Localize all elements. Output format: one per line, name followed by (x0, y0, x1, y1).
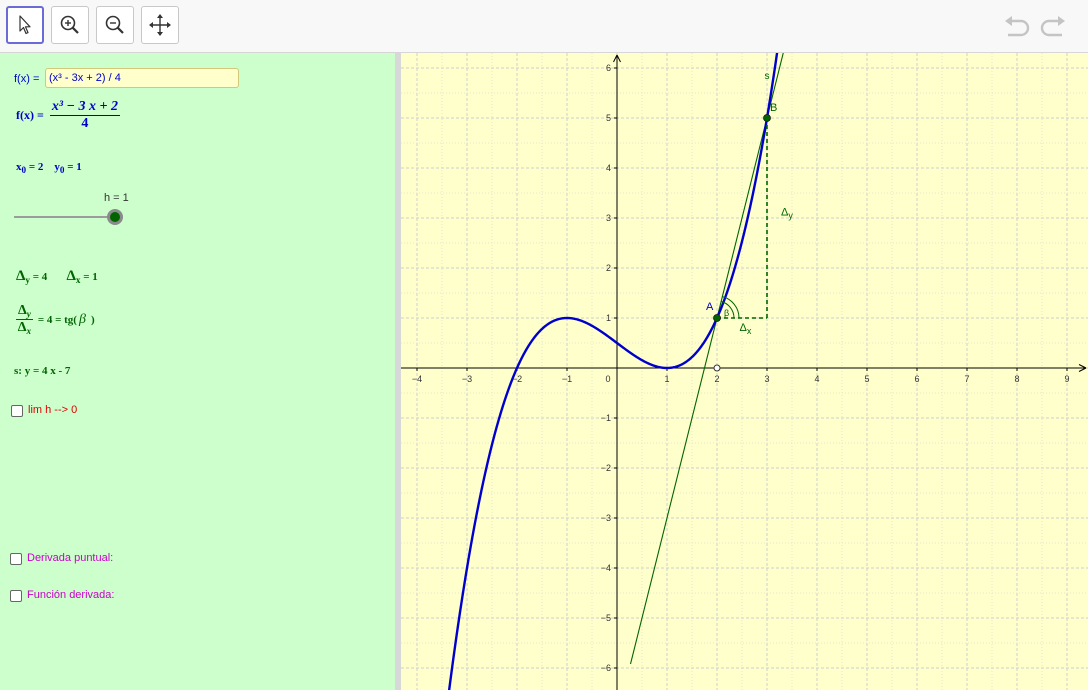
funcion-derivada-checkbox[interactable] (10, 590, 22, 602)
point-B (763, 114, 771, 122)
redo-icon (1040, 16, 1065, 37)
ratio-denominator: Δx (18, 320, 31, 336)
secant-equation: s: y = 4 x - 7 (14, 365, 71, 377)
x-tick-label: −4 (412, 374, 422, 384)
x-tick-label: 9 (1064, 374, 1069, 384)
x-tick-label: −3 (462, 374, 472, 384)
y0-subscript: 0 (59, 165, 65, 176)
toolbar (0, 0, 1088, 53)
x-tick-label: 1 (664, 374, 669, 384)
ratio-close: ) (90, 313, 95, 326)
zoom-out-icon (105, 15, 124, 34)
x-tick-label: 2 (714, 374, 719, 384)
delta-y-subscript: y (25, 275, 30, 286)
y0-value: = 1 (67, 161, 82, 173)
zoom-in-icon (60, 15, 79, 34)
y-tick-label: −2 (601, 463, 611, 473)
function-input-field[interactable]: (x³ - 3x + 2) / 4 (45, 68, 239, 88)
x-tick-label: 3 (764, 374, 769, 384)
delta-x-value: = 1 (83, 271, 98, 283)
function-denominator: 4 (81, 116, 89, 131)
x-tick-label: 8 (1014, 374, 1019, 384)
lim-label: lim h --> 0 (28, 404, 78, 416)
delta-x-label: Δx (740, 322, 752, 336)
undo-button[interactable] (1002, 14, 1032, 40)
y-tick-label: 5 (606, 113, 611, 123)
funcion-derivada-label: Función derivada: (27, 589, 115, 601)
open-point (713, 364, 721, 372)
move-arrows-icon (149, 14, 171, 36)
graphics-view[interactable]: −4 −3 −2 −1 0 1 2 3 4 5 6 7 8 9 6 5 4 3 2 1 −1 −2 −3 −4 −5 −6 β A Bs… (401, 49, 1088, 692)
x-tick-label: −1 (562, 374, 572, 384)
redo-button[interactable] (1038, 14, 1068, 40)
input-label: f(x) = (14, 73, 40, 85)
y-tick-label: −1 (601, 413, 611, 423)
ratio-den-sub: x (26, 326, 32, 337)
y-tick-label: 2 (606, 263, 611, 273)
delta-values: Δy = 4 Δx = 1 (16, 268, 98, 285)
delta-y-value: = 4 (32, 271, 48, 283)
move-tool-button[interactable] (6, 6, 44, 44)
y-tick-label: −4 (601, 563, 611, 573)
point-coordinates: x0 = 2 y0 = 1 (16, 161, 82, 175)
point-A (713, 314, 721, 322)
x-tick-label: 0 (605, 374, 610, 384)
ratio-numerator: Δy (16, 303, 33, 321)
point-B-label: B (770, 102, 777, 114)
function-curve (447, 49, 779, 692)
y-tick-label: −5 (601, 613, 611, 623)
x-tick-label: 6 (914, 374, 919, 384)
y-tick-label: 4 (606, 163, 611, 173)
y-tick-label: −6 (601, 663, 611, 673)
zoom-out-button[interactable] (96, 6, 134, 44)
ratio-num-sub: y (26, 309, 31, 320)
y-tick-label: −3 (601, 513, 611, 523)
function-fraction: x³ − 3 x + 2 4 (49, 99, 120, 132)
angle-label: β (724, 308, 729, 318)
delta-y-symbol: Δ (16, 268, 26, 284)
grid (401, 53, 1088, 690)
slider-label: h = 1 (104, 192, 129, 204)
function-display-label: f(x) = (16, 108, 44, 122)
y-tick-label: 3 (606, 213, 611, 223)
ratio-result: = 4 = tg( (37, 313, 77, 326)
derivada-puntual-label: Derivada puntual: (27, 552, 114, 564)
undo-icon (1005, 16, 1030, 37)
x0-subscript: 0 (21, 165, 27, 176)
delta-y-label: Δy (781, 207, 793, 221)
delta-x-label-sub: x (747, 326, 752, 336)
function-numerator: x³ − 3 x + 2 (49, 99, 120, 116)
slider-track[interactable] (14, 216, 116, 218)
x0-value: = 2 (28, 161, 44, 173)
y-tick-label: 6 (606, 63, 611, 73)
delta-x-subscript: x (75, 275, 81, 286)
ratio-den-delta: Δ (17, 320, 27, 336)
lim-checkbox[interactable] (11, 405, 23, 417)
x-tick-label: 7 (964, 374, 969, 384)
cursor-arrow-icon (19, 15, 31, 35)
ratio-fraction: Δy Δx (16, 303, 33, 336)
slider-handle[interactable] (107, 209, 123, 225)
secant-label: s (765, 71, 770, 82)
ratio-num-delta: Δ (18, 303, 27, 318)
x-tick-label: 5 (864, 374, 869, 384)
delta-y-label-sub: y (788, 211, 793, 221)
zoom-in-button[interactable] (51, 6, 89, 44)
slope-ratio: Δy Δx = 4 = tg(β) (16, 303, 95, 336)
algebra-panel: f(x) = (x³ - 3x + 2) / 4 f(x) = x³ − 3 x… (0, 53, 395, 690)
secant-line (629, 52, 784, 665)
delta-x-symbol: Δ (66, 268, 76, 284)
function-display: f(x) = x³ − 3 x + 2 4 (16, 99, 120, 132)
graph-canvas[interactable]: −4 −3 −2 −1 0 1 2 3 4 5 6 7 8 9654321−1−2−3−4−5−6βABs… (401, 49, 1088, 692)
move-graphics-button[interactable] (141, 6, 179, 44)
x-tick-label: 4 (814, 374, 819, 384)
point-A-label: A (706, 301, 714, 313)
y-tick-label: 1 (606, 313, 611, 323)
derivada-puntual-checkbox[interactable] (10, 553, 22, 565)
ratio-beta: β (78, 311, 86, 327)
